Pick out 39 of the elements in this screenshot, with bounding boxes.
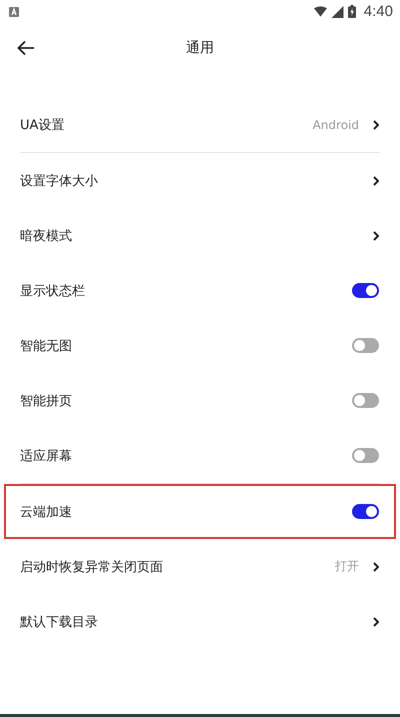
setting-label: 显示状态栏 bbox=[20, 282, 86, 300]
chevron-icon bbox=[373, 230, 379, 240]
setting-label: 暗夜模式 bbox=[20, 228, 73, 244]
back-icon[interactable] bbox=[17, 40, 35, 56]
settings-row[interactable]: 云端加速 bbox=[4, 484, 396, 539]
toggle-switch[interactable] bbox=[352, 393, 379, 408]
chevron-icon bbox=[373, 120, 379, 130]
toggle-switch[interactable] bbox=[352, 504, 379, 519]
chevron-icon bbox=[373, 616, 379, 626]
settings-row[interactable]: 智能拼页 bbox=[4, 373, 396, 428]
setting-label: 设置字体大小 bbox=[20, 172, 99, 190]
setting-value: Android bbox=[312, 118, 359, 132]
settings-row[interactable]: 显示状态栏 bbox=[4, 263, 396, 318]
settings-row[interactable]: 启动时恢复异常关闭页面 打开 bbox=[4, 539, 396, 594]
setting-label: 默认下载目录 bbox=[20, 614, 99, 630]
settings-row[interactable]: 暗夜模式 bbox=[4, 208, 396, 263]
setting-label: 云端加速 bbox=[20, 504, 73, 520]
toggle-switch[interactable] bbox=[352, 448, 379, 463]
toggle-switch[interactable] bbox=[352, 338, 379, 353]
notification-icon bbox=[9, 6, 19, 16]
setting-label: 适应屏幕 bbox=[20, 448, 73, 464]
wifi-icon bbox=[314, 6, 327, 18]
settings-row[interactable]: 适应屏幕 bbox=[4, 428, 396, 483]
toggle-switch[interactable] bbox=[352, 283, 379, 298]
settings-row[interactable]: 智能无图 bbox=[4, 318, 396, 373]
setting-label: 启动时恢复异常关闭页面 bbox=[20, 558, 164, 576]
page-title: 通用 bbox=[186, 39, 214, 57]
settings-row[interactable]: 默认下载目录 bbox=[4, 594, 396, 649]
clock: 4:40 bbox=[364, 3, 393, 20]
signal-icon bbox=[330, 6, 344, 18]
chevron-icon bbox=[373, 562, 379, 572]
battery-icon bbox=[348, 5, 356, 18]
settings-row[interactable]: UA设置 Android bbox=[4, 97, 396, 152]
setting-label: UA设置 bbox=[20, 116, 66, 134]
setting-label: 智能拼页 bbox=[20, 392, 73, 410]
chevron-icon bbox=[373, 176, 379, 186]
setting-label: 智能无图 bbox=[20, 338, 73, 354]
setting-value: 打开 bbox=[335, 558, 359, 575]
settings-row[interactable]: 设置字体大小 bbox=[4, 153, 396, 208]
